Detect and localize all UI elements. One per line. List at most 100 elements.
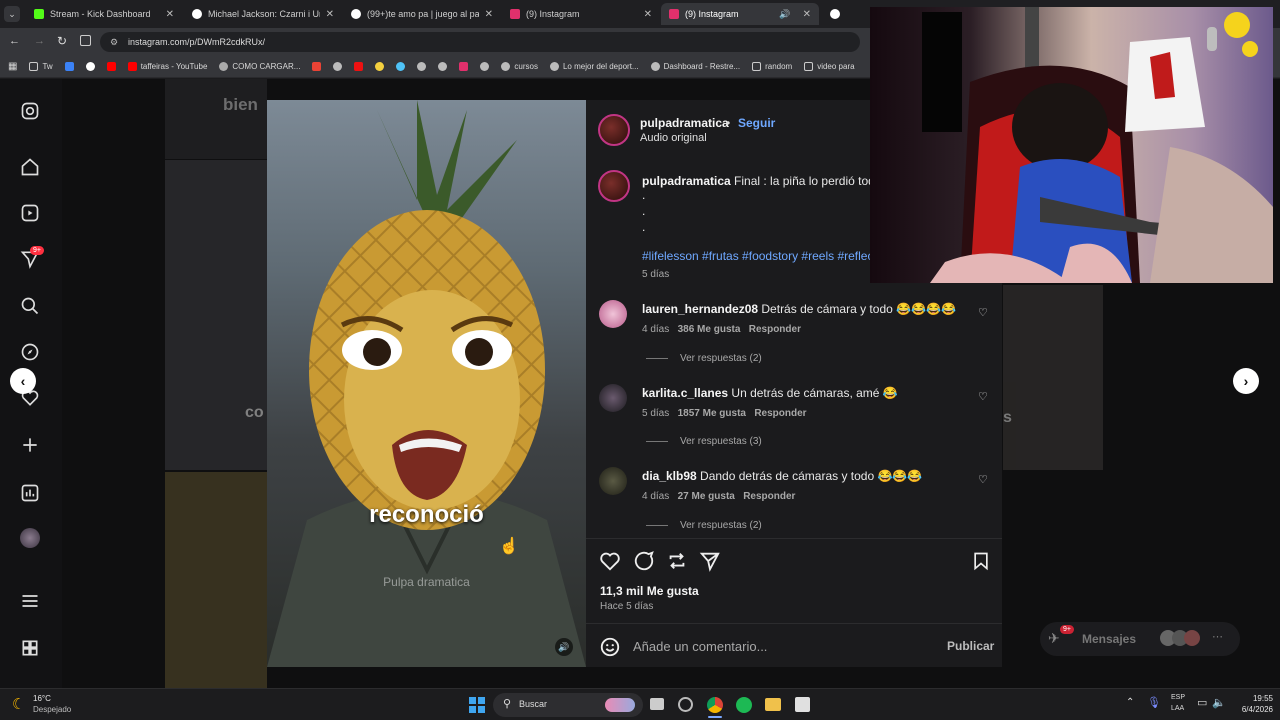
bookmark-icon-only[interactable]	[106, 62, 116, 71]
home-icon[interactable]	[20, 157, 40, 177]
view-replies-button[interactable]: Ver respuestas (3)	[646, 436, 762, 447]
close-icon[interactable]: ✕	[166, 9, 174, 20]
comment-likes[interactable]: 1857 Me gusta	[678, 408, 746, 419]
weather-moon-icon[interactable]: ☾	[12, 695, 25, 713]
comment-likes[interactable]: 386 Me gusta	[678, 324, 741, 335]
comment-like-heart-icon[interactable]: ♡	[978, 473, 988, 486]
speaker-icon[interactable]: 🔊	[779, 9, 790, 20]
bookmark-icon-only[interactable]	[333, 62, 343, 71]
audio-label[interactable]: Audio original	[640, 132, 707, 144]
comment-bubble-icon[interactable]	[633, 550, 655, 572]
reply-button[interactable]: Responder	[749, 324, 801, 335]
bookmark-folder[interactable]: Tw	[29, 62, 53, 71]
forward-icon[interactable]: →	[34, 35, 45, 47]
chrome-icon[interactable]	[707, 697, 723, 713]
menu-icon[interactable]	[20, 591, 40, 611]
comment-username[interactable]: lauren_hernandez08	[642, 302, 758, 316]
taskbar-search-box[interactable]: ⚲ Buscar	[493, 693, 643, 717]
windows-start-icon[interactable]	[469, 697, 485, 713]
language-secondary[interactable]: LAA	[1171, 705, 1184, 712]
next-post-button[interactable]: ›	[1233, 368, 1259, 394]
instagram-logo-icon[interactable]	[20, 101, 40, 121]
view-replies-button[interactable]: Ver respuestas (2)	[646, 353, 762, 364]
bookmark-random[interactable]: random	[752, 62, 792, 71]
bookmark-icon-only[interactable]	[480, 62, 490, 71]
weather-temperature[interactable]: 16°C	[33, 694, 51, 703]
bookmark-icon-only[interactable]	[354, 62, 364, 71]
spotify-icon[interactable]	[736, 697, 752, 713]
store-icon[interactable]	[795, 697, 810, 712]
network-icon[interactable]: ▭	[1197, 696, 1207, 709]
tab-instagram-active[interactable]: (9) Instagram 🔊 ✕	[661, 3, 819, 25]
clock-date[interactable]: 6/4/2026	[1223, 705, 1273, 714]
tab-list-icon[interactable]: ⌄	[4, 6, 20, 22]
tab-kick-dashboard[interactable]: Stream - Kick Dashboard ✕	[26, 3, 182, 25]
close-icon[interactable]: ✕	[803, 9, 811, 20]
bookmark-icon-only[interactable]	[312, 62, 322, 71]
explore-icon[interactable]	[20, 342, 40, 362]
sidepanel-icon[interactable]	[80, 35, 91, 46]
post-video[interactable]: reconoció Pulpa dramatica 🔊 ☝	[267, 100, 586, 667]
bookmark-video[interactable]: video para	[804, 62, 855, 71]
reply-button[interactable]: Responder	[743, 491, 795, 502]
commenter-avatar[interactable]	[599, 384, 627, 412]
bookmark-cursos[interactable]: cursos	[501, 62, 538, 71]
author-avatar[interactable]	[598, 114, 630, 146]
bookmark-icon-only[interactable]	[438, 62, 448, 71]
bookmark-icon-only[interactable]	[375, 62, 385, 71]
mute-toggle-icon[interactable]: 🔊	[555, 638, 573, 656]
caption-avatar[interactable]	[598, 170, 630, 202]
search-icon[interactable]	[20, 296, 40, 316]
messages-pill[interactable]: ✈ 9+ Mensajes ⋯	[1040, 622, 1240, 656]
follow-button[interactable]: Seguir	[738, 116, 775, 130]
site-info-icon[interactable]: ⚙	[110, 32, 118, 52]
task-view-icon[interactable]	[650, 698, 664, 710]
tab-tiktok-2[interactable]: (99+)te amo pa | juego al pade ✕	[343, 3, 501, 25]
tab-more[interactable]	[822, 3, 870, 25]
like-heart-icon[interactable]	[599, 550, 621, 572]
caption-username[interactable]: pulpadramatica	[642, 174, 731, 188]
comment-input[interactable]: Añade un comentario...	[633, 639, 767, 654]
bookmark-como-cargar[interactable]: COMO CARGAR...	[219, 62, 300, 71]
more-apps-icon[interactable]	[20, 638, 40, 658]
language-primary[interactable]: ESP	[1171, 694, 1185, 701]
comment-username[interactable]: dia_klb98	[642, 469, 697, 483]
profile-avatar[interactable]	[20, 528, 40, 548]
reload-icon[interactable]: ↻	[57, 34, 67, 48]
bookmark-icon-only[interactable]	[396, 62, 406, 71]
create-plus-icon[interactable]	[20, 435, 40, 455]
comment-likes[interactable]: 27 Me gusta	[678, 491, 735, 502]
bookmark-icon-only[interactable]	[459, 62, 469, 71]
bookmark-deporte[interactable]: Lo mejor del deport...	[549, 62, 639, 71]
save-bookmark-icon[interactable]	[971, 550, 991, 572]
bookmark-icon-only[interactable]	[64, 62, 74, 71]
view-replies-button[interactable]: Ver respuestas (2)	[646, 520, 762, 531]
tab-tiktok-1[interactable]: Michael Jackson: Czarni i Unez ✕	[184, 3, 342, 25]
clock-time[interactable]: 19:55	[1233, 694, 1273, 703]
file-explorer-icon[interactable]	[765, 698, 781, 711]
close-icon[interactable]: ✕	[326, 9, 334, 20]
dashboard-icon[interactable]	[20, 483, 40, 503]
like-count[interactable]: 11,3 mil Me gusta	[600, 584, 699, 598]
bookmark-dashboard[interactable]: Dashboard - Restre...	[650, 62, 740, 71]
repost-icon[interactable]	[666, 550, 688, 572]
close-icon[interactable]: ✕	[644, 9, 652, 20]
publish-button[interactable]: Publicar	[947, 639, 994, 653]
previous-post-button[interactable]: ‹	[10, 368, 36, 394]
commenter-avatar[interactable]	[599, 300, 627, 328]
comment-username[interactable]: karlita.c_llanes	[642, 386, 728, 400]
emoji-icon[interactable]	[599, 636, 621, 658]
commenter-avatar[interactable]	[599, 467, 627, 495]
tray-overflow-icon[interactable]: ⌃	[1126, 697, 1134, 708]
github-icon[interactable]	[678, 697, 693, 712]
bookmark-icon-only[interactable]	[417, 62, 427, 71]
author-username[interactable]: pulpadramatica	[640, 116, 729, 130]
bookmark-youtube[interactable]: taffeiras - YouTube	[127, 62, 207, 71]
apps-grid-icon[interactable]: ▦	[8, 61, 17, 72]
tab-instagram-1[interactable]: (9) Instagram ✕	[502, 3, 660, 25]
share-send-icon[interactable]	[699, 550, 721, 572]
caption-hashtags[interactable]: #lifelesson #frutas #foodstory #reels #r…	[642, 249, 877, 263]
comment-like-heart-icon[interactable]: ♡	[978, 306, 988, 319]
microphone-icon[interactable]: 🎙	[1147, 696, 1161, 709]
address-bar[interactable]: ⚙ instagram.com/p/DWmR2cdkRUx/	[100, 32, 860, 52]
